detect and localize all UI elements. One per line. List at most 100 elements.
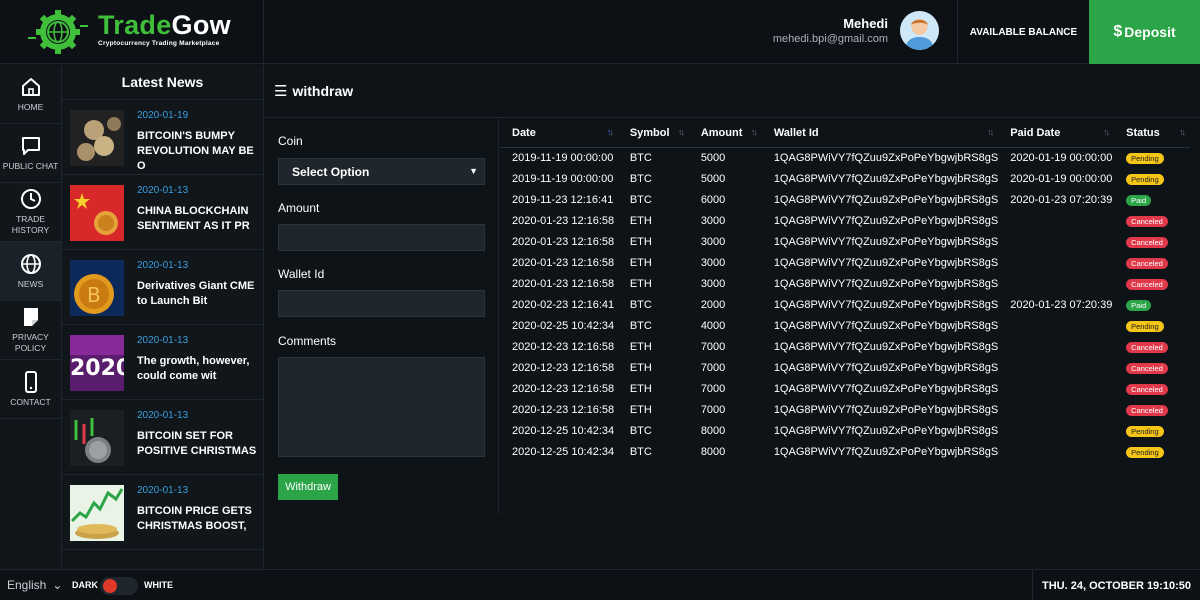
document-icon — [23, 308, 38, 326]
wallet-id-field[interactable] — [278, 290, 485, 317]
column-header-status[interactable]: Status ↑↓ — [1114, 119, 1190, 148]
withdraw-table: Date ↑↓ Symbol ↑↓ Amount ↑↓ Wallet Id ↑↓ Pai… — [500, 119, 1190, 462]
news-headline[interactable]: Derivatives Giant CME to Launch Bit — [137, 279, 259, 309]
news-headline[interactable]: CHINA BLOCKCHAIN SENTIMENT AS IT PR — [137, 204, 259, 234]
page-header: ☰ withdraw — [264, 65, 1200, 118]
news-item[interactable]: 2020 2020-01-13 The growth, however, cou… — [62, 325, 263, 400]
cell-amount: 3000 — [700, 214, 726, 227]
coin-select-value: Select Option — [292, 164, 370, 179]
bitcoin-coins-image — [70, 110, 124, 166]
table-row[interactable]: 2019-11-19 00:00:00 BTC 5000 1QAG8PWiVY7fQZ… — [500, 168, 1190, 189]
logo[interactable]: TradeGow Cryptocurrency Trading Marketpl… — [0, 0, 264, 64]
column-header-amount[interactable]: Amount ↑↓ — [688, 119, 762, 148]
cell-wallet-id: 1QAG8PWiVY7fQZuu9ZxPoPeYbgwjbRS8gS — [773, 382, 999, 395]
table-row[interactable]: 2020-02-23 12:16:41 BTC 2000 1QAG8PWiVY7fQZ… — [500, 294, 1190, 315]
table-row[interactable]: 2020-01-23 12:16:58 ETH 3000 1QAG8PWiVY7fQZ… — [500, 273, 1190, 294]
withdraw-button[interactable]: Withdraw — [278, 474, 338, 500]
column-header-paid-date[interactable]: Paid Date ↑↓ — [998, 119, 1115, 148]
cell-paid-date — [998, 315, 1114, 336]
available-balance[interactable]: AVAILABLE BALANCE — [957, 0, 1089, 64]
news-item[interactable]: 2020-01-13 BITCOIN PRICE GETS CHRISTMAS … — [62, 475, 263, 550]
news-headline[interactable]: BITCOIN SET FOR POSITIVE CHRISTMAS — [137, 429, 259, 459]
news-item[interactable]: 2020-01-19 BITCOIN'S BUMPY REVOLUTION MA… — [62, 100, 263, 175]
sort-icon[interactable]: ↑↓ — [678, 127, 685, 137]
table-row[interactable]: 2020-12-23 12:16:58 ETH 7000 1QAG8PWiVY7fQZ… — [500, 357, 1190, 378]
cell-wallet-id: 1QAG8PWiVY7fQZuu9ZxPoPeYbgwjbRS8gS — [773, 319, 999, 332]
comments-field[interactable] — [278, 357, 485, 457]
sidebar-item-news[interactable]: NEWS — [0, 242, 61, 301]
column-header-date[interactable]: Date ↑↓ — [500, 119, 618, 148]
cell-status: Canceled — [1114, 357, 1190, 378]
sidebar-item-public-chat[interactable]: PUBLIC CHAT — [0, 124, 61, 183]
status-badge: Canceled — [1126, 341, 1168, 353]
deposit-label: Deposit — [1124, 24, 1176, 40]
cell-wallet-id: 1QAG8PWiVY7fQZuu9ZxPoPeYbgwjbRS8gS — [773, 151, 999, 164]
sidebar-item-contact[interactable]: CONTACT — [0, 360, 61, 419]
cell-paid-date — [998, 441, 1114, 462]
deposit-button[interactable]: $ Deposit — [1089, 0, 1200, 64]
cell-status: Pending — [1114, 315, 1190, 336]
sort-icon[interactable]: ↑↓ — [607, 127, 614, 137]
news-item[interactable]: 2020-01-13 CHINA BLOCKCHAIN SENTIMENT AS… — [62, 175, 263, 250]
table-row[interactable]: 2020-01-23 12:16:58 ETH 3000 1QAG8PWiVY7fQZ… — [500, 210, 1190, 231]
status-badge: Canceled — [1126, 362, 1168, 374]
table-row[interactable]: 2019-11-23 12:16:41 BTC 6000 1QAG8PWiVY7fQZ… — [500, 189, 1190, 210]
cell-date: 2020-12-23 12:16:58 — [512, 403, 615, 416]
table-body: 2019-11-19 00:00:00 BTC 5000 1QAG8PWiVY7fQZ… — [500, 147, 1190, 462]
main-content: ☰ withdraw Coin Select Option ▼ Amount W… — [264, 65, 1200, 569]
brand-name: TradeGow — [98, 10, 231, 40]
cell-paid-date — [998, 231, 1114, 252]
table-row[interactable]: 2020-01-23 12:16:58 ETH 3000 1QAG8PWiVY7fQZ… — [500, 231, 1190, 252]
sort-icon[interactable]: ↑↓ — [1179, 127, 1186, 137]
cell-wallet-id: 1QAG8PWiVY7fQZuu9ZxPoPeYbgwjbRS8gS — [773, 445, 999, 458]
svg-text:B: B — [87, 283, 101, 307]
hamburger-menu-icon[interactable]: ☰ — [274, 82, 287, 100]
table-row[interactable]: 2020-12-25 10:42:34 BTC 8000 1QAG8PWiVY7fQZ… — [500, 441, 1190, 462]
news-date: 2020-01-13 — [137, 485, 189, 496]
cell-amount: 7000 — [700, 340, 726, 353]
status-badge: Canceled — [1126, 257, 1168, 269]
cell-status: Canceled — [1114, 336, 1190, 357]
amount-field[interactable] — [278, 224, 485, 251]
news-item[interactable]: 2020-01-13 BITCOIN SET FOR POSITIVE CHRI… — [62, 400, 263, 475]
sort-icon[interactable]: ↑↓ — [987, 127, 994, 137]
sort-icon[interactable]: ↑↓ — [751, 127, 758, 137]
table-row[interactable]: 2020-12-23 12:16:58 ETH 7000 1QAG8PWiVY7fQZ… — [500, 399, 1190, 420]
theme-toggle[interactable] — [100, 577, 138, 595]
table-row[interactable]: 2020-02-25 10:42:34 BTC 4000 1QAG8PWiVY7fQZ… — [500, 315, 1190, 336]
cell-symbol: BTC — [629, 172, 652, 185]
column-header-wallet-id[interactable]: Wallet Id ↑↓ — [761, 119, 999, 148]
column-header-symbol[interactable]: Symbol ↑↓ — [617, 119, 689, 148]
sidebar-item-label: NEWS — [17, 278, 44, 289]
table-row[interactable]: 2019-11-19 00:00:00 BTC 5000 1QAG8PWiVY7fQZ… — [500, 147, 1190, 168]
cell-paid-date — [998, 273, 1114, 294]
coin-select[interactable]: Select Option ▼ — [278, 158, 485, 185]
news-headline[interactable]: The growth, however, could come wit — [137, 354, 259, 384]
sidebar-item-home[interactable]: HOME — [0, 65, 61, 124]
table-row[interactable]: 2020-12-23 12:16:58 ETH 7000 1QAG8PWiVY7fQZ… — [500, 378, 1190, 399]
avatar[interactable] — [900, 11, 939, 50]
cell-amount: 4000 — [700, 319, 726, 332]
table-row[interactable]: 2020-01-23 12:16:58 ETH 3000 1QAG8PWiVY7fQZ… — [500, 252, 1190, 273]
cell-paid-date: 2020-01-23 07:20:39 — [1010, 193, 1113, 206]
language-select[interactable]: English ⌄ — [7, 578, 62, 592]
cell-amount: 8000 — [700, 424, 726, 437]
status-badge: Canceled — [1126, 404, 1168, 416]
sidebar-item-privacy-policy[interactable]: PRIVACY POLICY — [0, 301, 61, 360]
cell-date: 2020-12-23 12:16:58 — [512, 382, 615, 395]
table-row[interactable]: 2020-12-23 12:16:58 ETH 7000 1QAG8PWiVY7fQZ… — [500, 336, 1190, 357]
cell-date: 2019-11-19 00:00:00 — [512, 172, 614, 185]
news-headline[interactable]: BITCOIN PRICE GETS CHRISTMAS BOOST, — [137, 504, 259, 534]
news-thumbnail — [70, 185, 124, 241]
sort-icon[interactable]: ↑↓ — [1103, 127, 1110, 137]
news-item[interactable]: B 2020-01-13 Derivatives Giant CME to La… — [62, 250, 263, 325]
news-thumbnail — [70, 485, 124, 541]
table-row[interactable]: 2020-12-25 10:42:34 BTC 8000 1QAG8PWiVY7fQZ… — [500, 420, 1190, 441]
chevron-down-icon: ⌄ — [52, 578, 63, 592]
amount-label: Amount — [278, 201, 320, 215]
news-headline[interactable]: BITCOIN'S BUMPY REVOLUTION MAY BE O — [137, 129, 259, 174]
news-date: 2020-01-13 — [137, 185, 189, 196]
cell-status: Paid — [1114, 294, 1190, 315]
sidebar-item-trade-history[interactable]: TRADE HISTORY — [0, 183, 61, 242]
cell-status: Canceled — [1114, 378, 1190, 399]
